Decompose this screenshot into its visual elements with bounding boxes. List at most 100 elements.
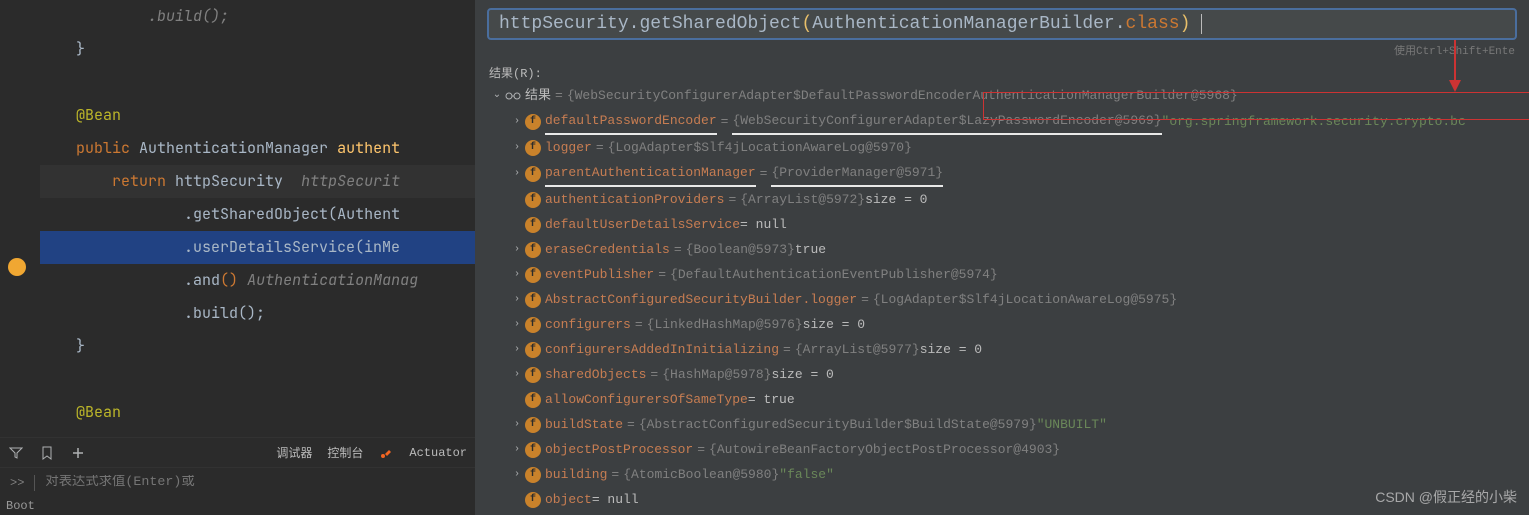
debug-toolbar: 调试器 控制台 Actuator bbox=[0, 437, 475, 467]
code-line: @Bean bbox=[40, 396, 475, 429]
field-value: {WebSecurityConfigurerAdapter$LazyPasswo… bbox=[732, 108, 1161, 135]
code-line: } bbox=[40, 330, 475, 363]
expand-toggle[interactable]: › bbox=[509, 135, 525, 160]
field-name: 结果 bbox=[525, 83, 551, 108]
field-icon: f bbox=[525, 367, 541, 383]
field-name: configurersAddedInInitializing bbox=[545, 337, 779, 362]
code-line: .build(); bbox=[40, 0, 475, 33]
field-value: = true bbox=[748, 387, 795, 412]
field-value: {ArrayList@5977} bbox=[795, 337, 920, 362]
tree-node[interactable]: ›fconfigurersAddedInInitializing = {Arra… bbox=[489, 337, 1529, 362]
field-value: {AutowireBeanFactoryObjectPostProcessor@… bbox=[709, 437, 1060, 462]
expand-toggle[interactable]: › bbox=[509, 237, 525, 262]
shortcut-hint: 使用Ctrl+Shift+Ente bbox=[475, 40, 1529, 60]
field-icon: f bbox=[525, 140, 541, 156]
tab-console[interactable]: 控制台 bbox=[327, 444, 363, 461]
field-name: authenticationProviders bbox=[545, 187, 724, 212]
field-value: {DefaultAuthenticationEventPublisher@597… bbox=[670, 262, 998, 287]
actuator-icon[interactable] bbox=[378, 445, 394, 461]
tree-node[interactable]: ›fbuildState = {AbstractConfiguredSecuri… bbox=[489, 412, 1529, 437]
expand-toggle[interactable]: › bbox=[509, 462, 525, 487]
intention-bulb-icon[interactable] bbox=[8, 258, 26, 276]
tree-node[interactable]: ⌄结果 = {WebSecurityConfigurerAdapter$Defa… bbox=[489, 83, 1529, 108]
field-icon: f bbox=[525, 492, 541, 508]
bookmark-icon[interactable] bbox=[39, 445, 55, 461]
field-icon: f bbox=[525, 317, 541, 333]
tree-node[interactable]: fallowConfigurersOfSameType = true bbox=[489, 387, 1529, 412]
field-value: {Boolean@5973} bbox=[686, 237, 795, 262]
field-name: parentAuthenticationManager bbox=[545, 160, 756, 187]
expand-toggle[interactable]: › bbox=[509, 262, 525, 287]
code-line: .and() AuthenticationManag bbox=[40, 264, 475, 297]
expand-toggle[interactable]: › bbox=[509, 312, 525, 337]
expand-toggle[interactable]: › bbox=[509, 109, 525, 134]
field-value: {ProviderManager@5971} bbox=[771, 160, 943, 187]
code-line bbox=[40, 363, 475, 396]
field-value: = null bbox=[592, 487, 639, 512]
field-name: allowConfigurersOfSameType bbox=[545, 387, 748, 412]
field-icon: f bbox=[525, 217, 541, 233]
code-line: .build(); bbox=[40, 297, 475, 330]
expand-toggle[interactable]: ⌄ bbox=[489, 83, 505, 108]
tab-debugger[interactable]: 调试器 bbox=[276, 444, 312, 461]
tree-node[interactable]: ›fbuilding = {AtomicBoolean@5980} "false… bbox=[489, 462, 1529, 487]
field-value: {LinkedHashMap@5976} bbox=[647, 312, 803, 337]
field-value: {HashMap@5978} bbox=[662, 362, 771, 387]
field-name: building bbox=[545, 462, 607, 487]
code-line-selected: .userDetailsService(inMe bbox=[40, 231, 475, 264]
code-editor[interactable]: .build(); } @Bean public AuthenticationM… bbox=[0, 0, 475, 437]
tree-node[interactable]: ›flogger = {LogAdapter$Slf4jLocationAwar… bbox=[489, 135, 1529, 160]
tree-node[interactable]: ›feraseCredentials = {Boolean@5973} true bbox=[489, 237, 1529, 262]
expand-toggle[interactable]: › bbox=[509, 287, 525, 312]
field-icon: f bbox=[525, 166, 541, 182]
code-editor-pane: .build(); } @Bean public AuthenticationM… bbox=[0, 0, 475, 515]
field-name: defaultUserDetailsService bbox=[545, 212, 740, 237]
expand-toggle[interactable]: › bbox=[509, 412, 525, 437]
field-icon: f bbox=[525, 192, 541, 208]
result-label: 结果(R): bbox=[475, 60, 1529, 83]
tab-actuator[interactable]: Actuator bbox=[409, 446, 467, 460]
field-name: AbstractConfiguredSecurityBuilder.logger bbox=[545, 287, 857, 312]
expand-toggle[interactable]: › bbox=[509, 337, 525, 362]
more-button[interactable]: >> bbox=[10, 476, 24, 490]
tree-node[interactable]: ›fdefaultPasswordEncoder = {WebSecurityC… bbox=[489, 108, 1529, 135]
field-value: {AtomicBoolean@5980} bbox=[623, 462, 779, 487]
tree-node[interactable]: ›fsharedObjects = {HashMap@5978} size = … bbox=[489, 362, 1529, 387]
debug-input-row: >> bbox=[0, 467, 475, 497]
watermark: CSDN @假正经的小柴 bbox=[1375, 487, 1517, 507]
expand-toggle[interactable]: › bbox=[509, 437, 525, 462]
field-value: = null bbox=[740, 212, 787, 237]
tree-node[interactable]: ›fparentAuthenticationManager = {Provide… bbox=[489, 160, 1529, 187]
field-value: {LogAdapter$Slf4jLocationAwareLog@5975} bbox=[873, 287, 1177, 312]
boot-label: Boot bbox=[0, 497, 475, 515]
field-icon: f bbox=[525, 417, 541, 433]
field-name: defaultPasswordEncoder bbox=[545, 108, 717, 135]
expand-toggle[interactable]: › bbox=[509, 161, 525, 186]
field-value: {AbstractConfiguredSecurityBuilder$Build… bbox=[639, 412, 1037, 437]
field-icon: f bbox=[525, 467, 541, 483]
tree-node[interactable]: fobject = null bbox=[489, 487, 1529, 512]
field-name: configurers bbox=[545, 312, 631, 337]
tree-node[interactable]: ›fAbstractConfiguredSecurityBuilder.logg… bbox=[489, 287, 1529, 312]
field-icon: f bbox=[525, 267, 541, 283]
tree-node[interactable]: ›feventPublisher = {DefaultAuthenticatio… bbox=[489, 262, 1529, 287]
code-line: return httpSecurity httpSecurit bbox=[40, 165, 475, 198]
code-line: @Bean bbox=[40, 99, 475, 132]
add-icon[interactable] bbox=[70, 445, 86, 461]
expand-toggle[interactable]: › bbox=[509, 362, 525, 387]
tree-node[interactable]: fdefaultUserDetailsService = null bbox=[489, 212, 1529, 237]
tree-node[interactable]: ›fobjectPostProcessor = {AutowireBeanFac… bbox=[489, 437, 1529, 462]
code-line: public AuthenticationManager authent bbox=[40, 132, 475, 165]
field-name: logger bbox=[545, 135, 592, 160]
tree-node[interactable]: fauthenticationProviders = {ArrayList@59… bbox=[489, 187, 1529, 212]
filter-icon[interactable] bbox=[8, 445, 24, 461]
tree-node[interactable]: ›fconfigurers = {LinkedHashMap@5976} siz… bbox=[489, 312, 1529, 337]
field-value: {ArrayList@5972} bbox=[740, 187, 865, 212]
evaluate-inline-input[interactable] bbox=[45, 475, 465, 490]
result-tree[interactable]: ⌄结果 = {WebSecurityConfigurerAdapter$Defa… bbox=[475, 83, 1529, 515]
field-value: {LogAdapter$Slf4jLocationAwareLog@5970} bbox=[608, 135, 912, 160]
field-name: object bbox=[545, 487, 592, 512]
glasses-icon bbox=[505, 88, 521, 104]
field-icon: f bbox=[525, 442, 541, 458]
expression-input[interactable]: httpSecurity.getSharedObject(Authenticat… bbox=[487, 8, 1517, 40]
